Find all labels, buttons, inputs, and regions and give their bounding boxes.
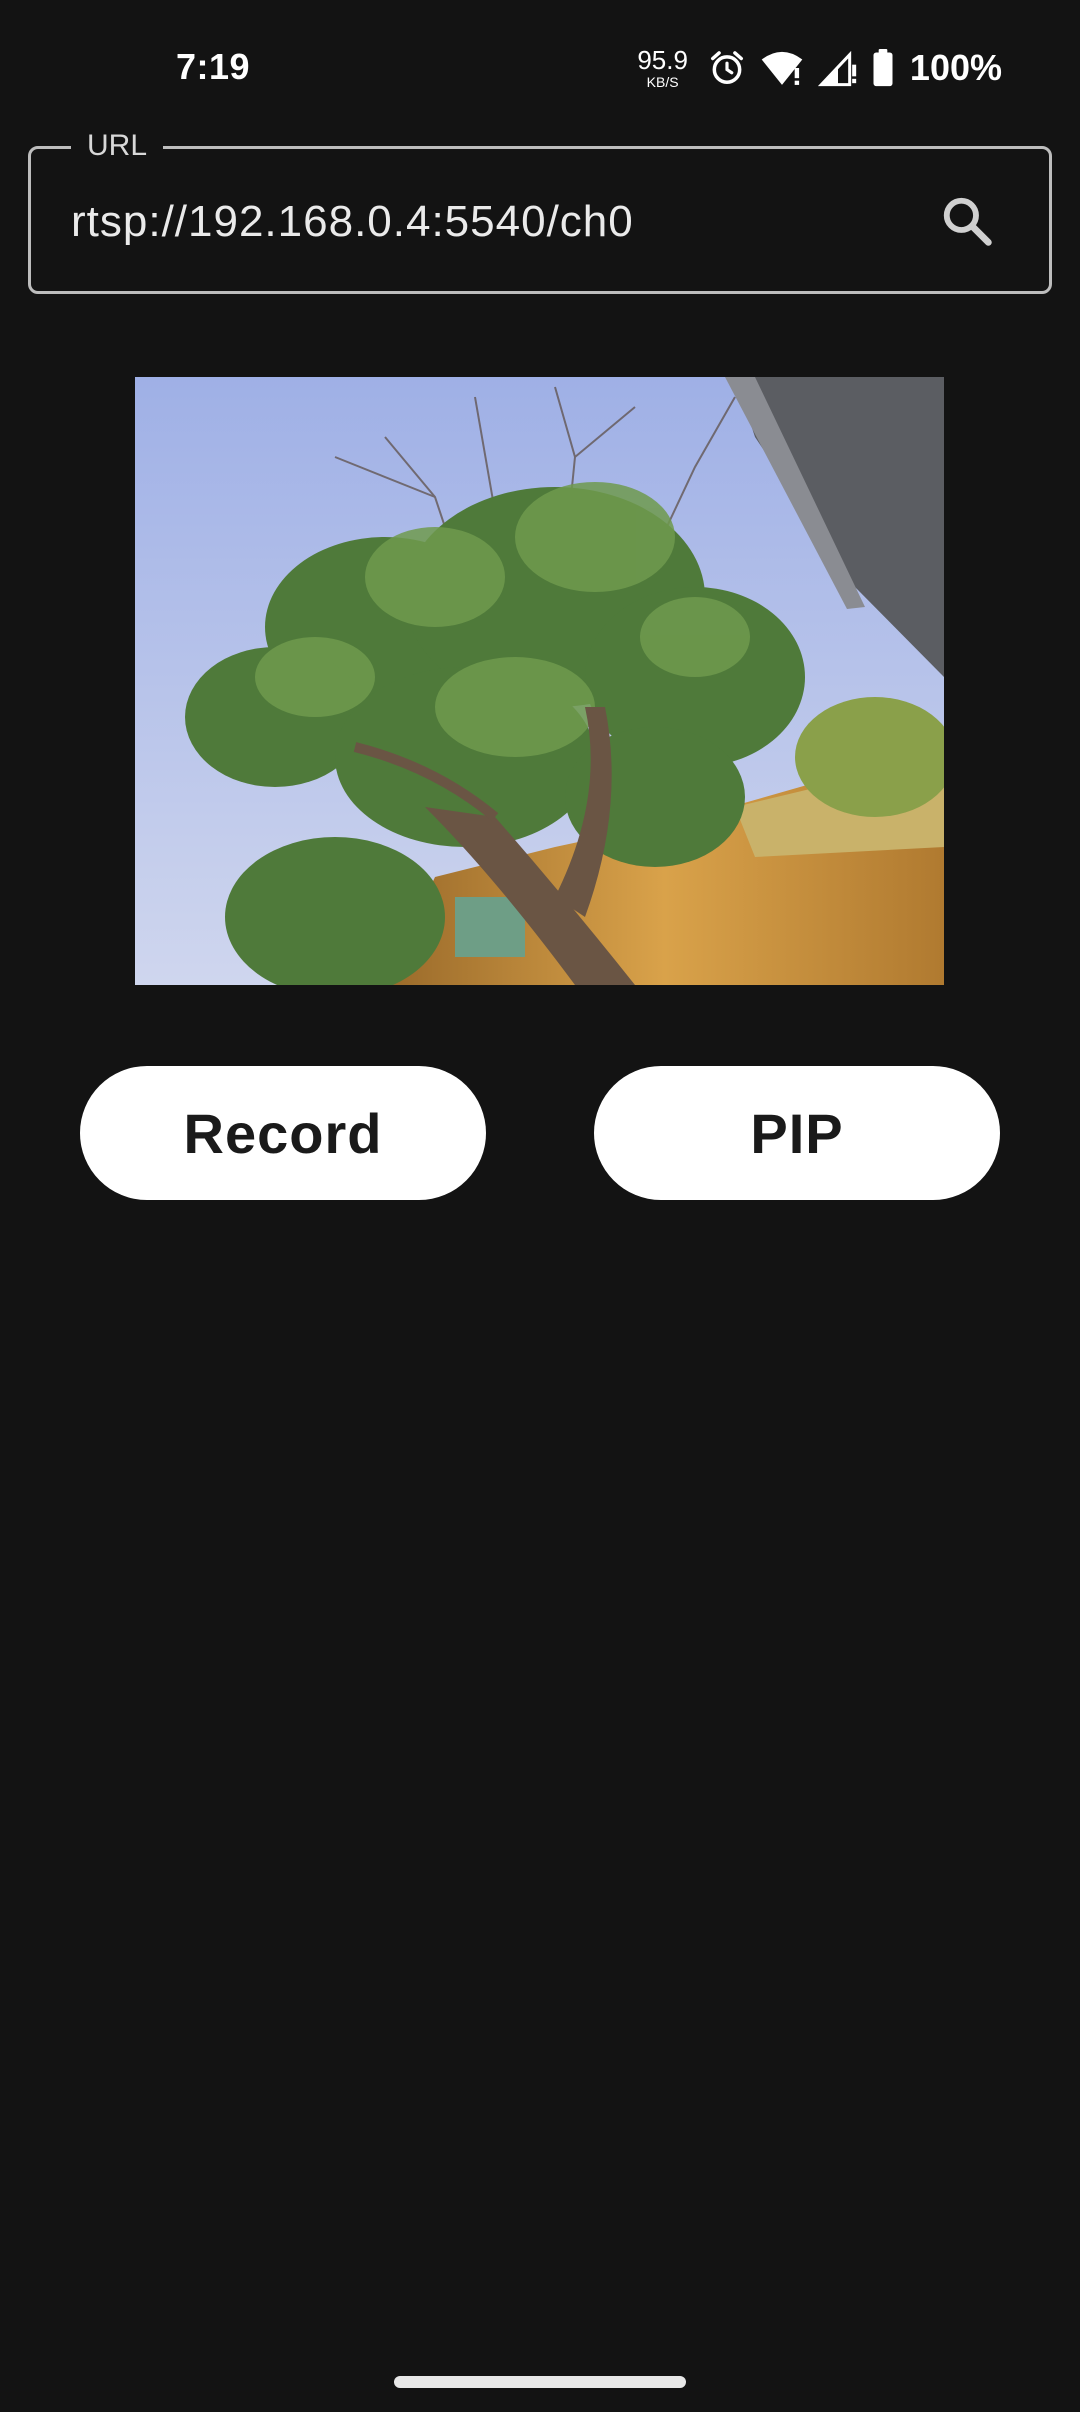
network-speed-unit: KB/S xyxy=(646,74,679,90)
app-screen: 7:19 95.9 KB/S 100% URL rtsp://192.168.0… xyxy=(0,0,1080,2412)
record-button[interactable]: Record xyxy=(80,1066,486,1200)
battery-percent: 100% xyxy=(909,47,1002,88)
home-indicator[interactable] xyxy=(394,2376,686,2388)
network-speed: 95.9 KB/S xyxy=(637,47,688,89)
url-field-label: URL xyxy=(71,129,164,163)
status-icons: 95.9 KB/S 100% xyxy=(637,44,1002,92)
url-input[interactable]: rtsp://192.168.0.4:5540/ch0 xyxy=(71,197,891,247)
url-field[interactable]: URL rtsp://192.168.0.4:5540/ch0 xyxy=(28,129,1052,294)
wifi-icon xyxy=(760,49,804,87)
battery-icon xyxy=(872,49,894,87)
video-frame xyxy=(135,377,944,985)
video-player[interactable] xyxy=(135,377,944,985)
status-time: 7:19 xyxy=(176,46,251,87)
alarm-icon xyxy=(708,49,746,87)
pip-button[interactable]: PIP xyxy=(594,1066,1000,1200)
network-speed-value: 95.9 xyxy=(637,45,688,75)
search-button[interactable] xyxy=(937,191,997,251)
cell-signal-icon xyxy=(817,49,858,87)
search-icon xyxy=(943,197,992,246)
status-bar: 7:19 95.9 KB/S 100% xyxy=(0,0,1080,140)
